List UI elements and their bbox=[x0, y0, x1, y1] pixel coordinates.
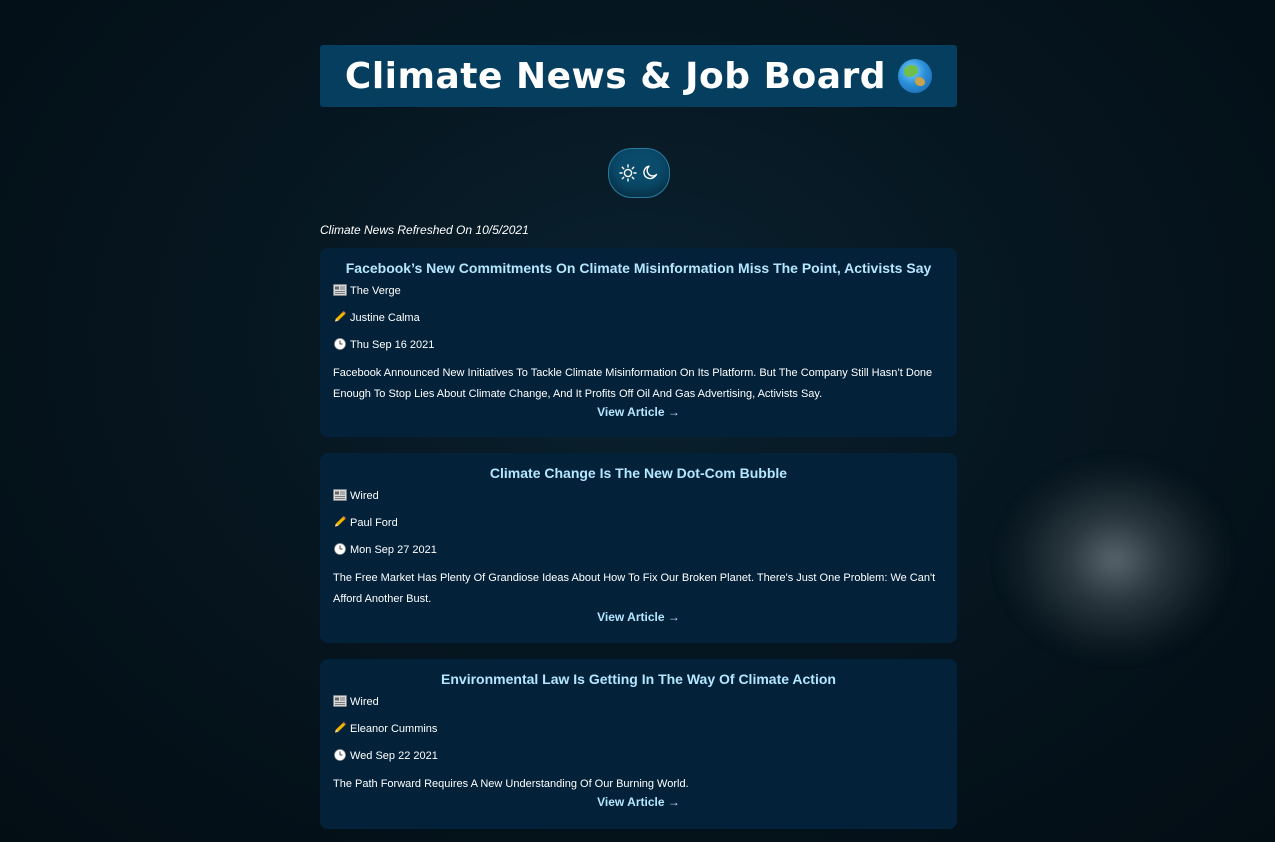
main-container: Climate News & Job Board Climate News Re… bbox=[320, 45, 957, 829]
article-description: The Path Forward Requires A New Understa… bbox=[333, 778, 689, 790]
article-source: The Verge bbox=[333, 284, 944, 311]
title-banner: Climate News & Job Board bbox=[320, 45, 957, 107]
date-text: Mon Sep 27 2021 bbox=[350, 544, 437, 556]
article-date: Mon Sep 27 2021 bbox=[333, 543, 944, 570]
article-card: Facebook’s New Commitments On Climate Mi… bbox=[320, 248, 957, 437]
moon-icon bbox=[642, 165, 657, 180]
view-article-link[interactable]: View Article → bbox=[333, 795, 944, 809]
source-name: Wired bbox=[350, 490, 379, 502]
author-name: Justine Calma bbox=[350, 312, 420, 324]
clock-icon bbox=[334, 749, 346, 761]
page-title: Climate News & Job Board bbox=[344, 55, 933, 97]
article-card: Environmental Law Is Getting In The Way … bbox=[320, 659, 957, 829]
newspaper-icon bbox=[333, 695, 347, 707]
article-author: Justine Calma bbox=[333, 311, 944, 338]
clock-icon bbox=[334, 338, 346, 350]
pencil-icon bbox=[334, 516, 346, 527]
article-title: Climate Change Is The New Dot-Com Bubble bbox=[489, 465, 788, 481]
theme-toggle-button[interactable] bbox=[607, 148, 670, 198]
article-source: Wired bbox=[333, 695, 944, 722]
date-text: Thu Sep 16 2021 bbox=[350, 339, 435, 351]
source-name: The Verge bbox=[350, 285, 401, 297]
article-author: Eleanor Cummins bbox=[333, 722, 944, 749]
pencil-icon bbox=[334, 722, 346, 733]
view-article-link[interactable]: View Article → bbox=[333, 405, 944, 419]
article-card: Climate Change Is The New Dot-Com Bubble… bbox=[320, 453, 957, 643]
page-title-text: Climate News & Job Board bbox=[344, 55, 887, 97]
sun-icon bbox=[618, 164, 637, 182]
pencil-icon bbox=[334, 311, 346, 322]
article-title: Facebook’s New Commitments On Climate Mi… bbox=[345, 260, 932, 276]
article-date: Wed Sep 22 2021 bbox=[333, 749, 944, 776]
source-name: Wired bbox=[350, 696, 379, 708]
refreshed-timestamp: Climate News Refreshed On 10/5/2021 bbox=[320, 223, 529, 237]
article-author: Paul Ford bbox=[333, 516, 944, 543]
article-description: The Free Market Has Plenty Of Grandiose … bbox=[333, 572, 936, 605]
newspaper-icon bbox=[333, 489, 347, 501]
view-article-link[interactable]: View Article → bbox=[333, 610, 944, 624]
date-text: Wed Sep 22 2021 bbox=[350, 750, 438, 762]
article-title: Environmental Law Is Getting In The Way … bbox=[441, 671, 836, 687]
author-name: Eleanor Cummins bbox=[350, 723, 438, 735]
newspaper-icon bbox=[333, 284, 347, 296]
article-date: Thu Sep 16 2021 bbox=[333, 338, 944, 365]
article-description: Facebook Announced New Initiatives To Ta… bbox=[333, 367, 933, 400]
author-name: Paul Ford bbox=[350, 517, 398, 529]
globe-icon bbox=[898, 58, 933, 93]
article-source: Wired bbox=[333, 489, 944, 516]
background-glow bbox=[1000, 460, 1230, 660]
clock-icon bbox=[334, 543, 346, 555]
